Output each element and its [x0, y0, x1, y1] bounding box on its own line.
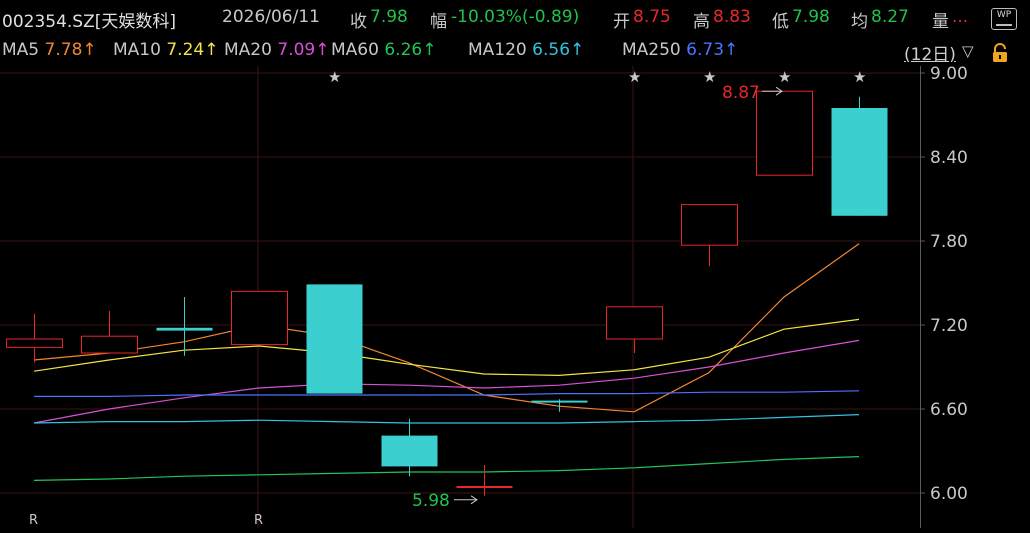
y-tick-label: 6.00 [930, 484, 968, 504]
ma-line-ma20 [33, 339, 860, 424]
candle-body [306, 284, 363, 394]
candle-body [231, 290, 288, 346]
star-marker: ★ [703, 68, 716, 86]
star-marker: ★ [328, 68, 341, 86]
candle-body [81, 335, 138, 354]
max-price-label: 8.87 [722, 83, 760, 103]
candle-body [531, 400, 588, 403]
min-price-label: 5.98 [412, 491, 450, 511]
y-tick-label: 6.60 [930, 400, 968, 420]
y-tick-label: 7.80 [930, 232, 968, 252]
candle-body [681, 204, 738, 246]
y-tick-label: 8.40 [930, 148, 968, 168]
candle-body [456, 486, 513, 488]
candle-body [6, 338, 63, 348]
candle-body [381, 435, 438, 467]
star-marker: ★ [778, 68, 791, 86]
star-marker: ★ [628, 68, 641, 86]
candle-body [831, 108, 888, 216]
candle-body [156, 327, 213, 331]
star-marker: ★ [853, 68, 866, 86]
candle-body [606, 306, 663, 340]
ma-line-ma120 [33, 414, 860, 424]
y-tick-label: 7.20 [930, 316, 968, 336]
r-marker: R [254, 513, 263, 528]
candle-body [756, 90, 813, 176]
ma-line-ma250 [34, 390, 860, 397]
r-marker: R [29, 513, 38, 528]
ma-line-ma60 [33, 456, 860, 481]
y-tick-label: 9.00 [930, 64, 968, 84]
candlestick-chart: 9.00 8.40 7.80 7.20 6.60 6.00 ★ ★ ★ ★ ★ R R 8.87 5.98 [0, 64, 968, 528]
